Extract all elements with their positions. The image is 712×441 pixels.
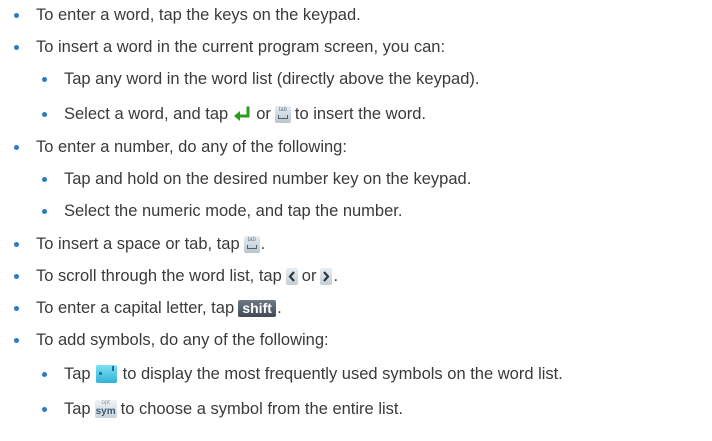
list-item: To scroll through the word list, tap or … bbox=[14, 264, 338, 288]
list-item-text: To insert a word in the current program … bbox=[36, 38, 446, 56]
list-item-text: to choose a symbol from the entire list. bbox=[120, 400, 404, 418]
list-item-text: to insert the word. bbox=[294, 105, 427, 123]
list-item-text: Select a word, and tap bbox=[64, 105, 229, 123]
sym-key-label: sym bbox=[95, 406, 116, 417]
bullet bbox=[42, 208, 47, 214]
list-item-text: To enter a capital letter, tap bbox=[36, 299, 235, 317]
bullet bbox=[42, 406, 47, 412]
smiley-key-icon bbox=[95, 365, 117, 383]
list-item-text: To scroll through the word list, tap bbox=[36, 267, 282, 285]
list-item-text: Tap any word in the word list (directly … bbox=[64, 70, 480, 88]
bullet bbox=[14, 144, 19, 150]
tab-key-label: tab bbox=[278, 106, 288, 113]
list-item-text: . bbox=[333, 267, 339, 285]
tab-key-icon: tab bbox=[243, 235, 260, 253]
bullet bbox=[42, 176, 47, 182]
tab-key-label: tab bbox=[247, 236, 256, 243]
list-item: To insert a space or tab, tap tab . bbox=[14, 232, 265, 256]
list-item: To enter a capital letter, tap shift . bbox=[14, 296, 282, 320]
bullet bbox=[14, 44, 19, 50]
list-item-text: . bbox=[277, 299, 282, 317]
list-item-text: To enter a word, tap the keys on the key… bbox=[36, 6, 361, 24]
list-item: To add symbols, do any of the following: bbox=[14, 328, 329, 352]
sub-list-item: Select a word, and tap or tab to insert … bbox=[42, 102, 426, 126]
sub-list-item: Tap opt sym to choose a symbol from the … bbox=[42, 397, 403, 421]
enter-key-icon bbox=[232, 105, 252, 123]
sub-list-item: Tap any word in the word list (directly … bbox=[42, 67, 479, 91]
list-item-text: To insert a space or tab, tap bbox=[36, 235, 240, 253]
list-item-text: . bbox=[260, 235, 266, 253]
list-item: To enter a word, tap the keys on the key… bbox=[14, 3, 361, 27]
list-item-text: Select the numeric mode, and tap the num… bbox=[64, 202, 403, 220]
sub-list-item: Tap to display the most frequently used … bbox=[42, 362, 563, 386]
bullet bbox=[42, 111, 47, 117]
list-item-text: Tap bbox=[64, 365, 91, 383]
tab-key-icon: tab bbox=[274, 105, 291, 123]
scroll-right-icon bbox=[320, 267, 333, 285]
list-item-text: Tap and hold on the desired number key o… bbox=[64, 170, 472, 188]
list-item-text: or bbox=[301, 267, 317, 285]
list-item-text: to display the most frequently used symb… bbox=[122, 365, 563, 383]
list-item: To enter a number, do any of the followi… bbox=[14, 135, 347, 159]
list-item-text: To add symbols, do any of the following: bbox=[36, 331, 329, 349]
bullet bbox=[42, 76, 47, 82]
shift-key-icon: shift bbox=[238, 299, 277, 317]
bullet bbox=[14, 305, 19, 311]
sub-list-item: Select the numeric mode, and tap the num… bbox=[42, 199, 402, 223]
bullet bbox=[14, 241, 19, 247]
list-item-text: Tap bbox=[64, 400, 91, 418]
instruction-list: To enter a word, tap the keys on the key… bbox=[0, 0, 712, 441]
list-item-text: or bbox=[256, 105, 271, 123]
bullet bbox=[14, 273, 19, 279]
bullet bbox=[14, 12, 19, 18]
bullet bbox=[14, 337, 19, 343]
sub-list-item: Tap and hold on the desired number key o… bbox=[42, 167, 471, 191]
list-item-text: To enter a number, do any of the followi… bbox=[36, 138, 347, 156]
sym-key-icon: opt sym bbox=[94, 400, 117, 418]
scroll-left-icon bbox=[285, 267, 298, 285]
list-item: To insert a word in the current program … bbox=[14, 35, 445, 59]
bullet bbox=[42, 371, 47, 377]
